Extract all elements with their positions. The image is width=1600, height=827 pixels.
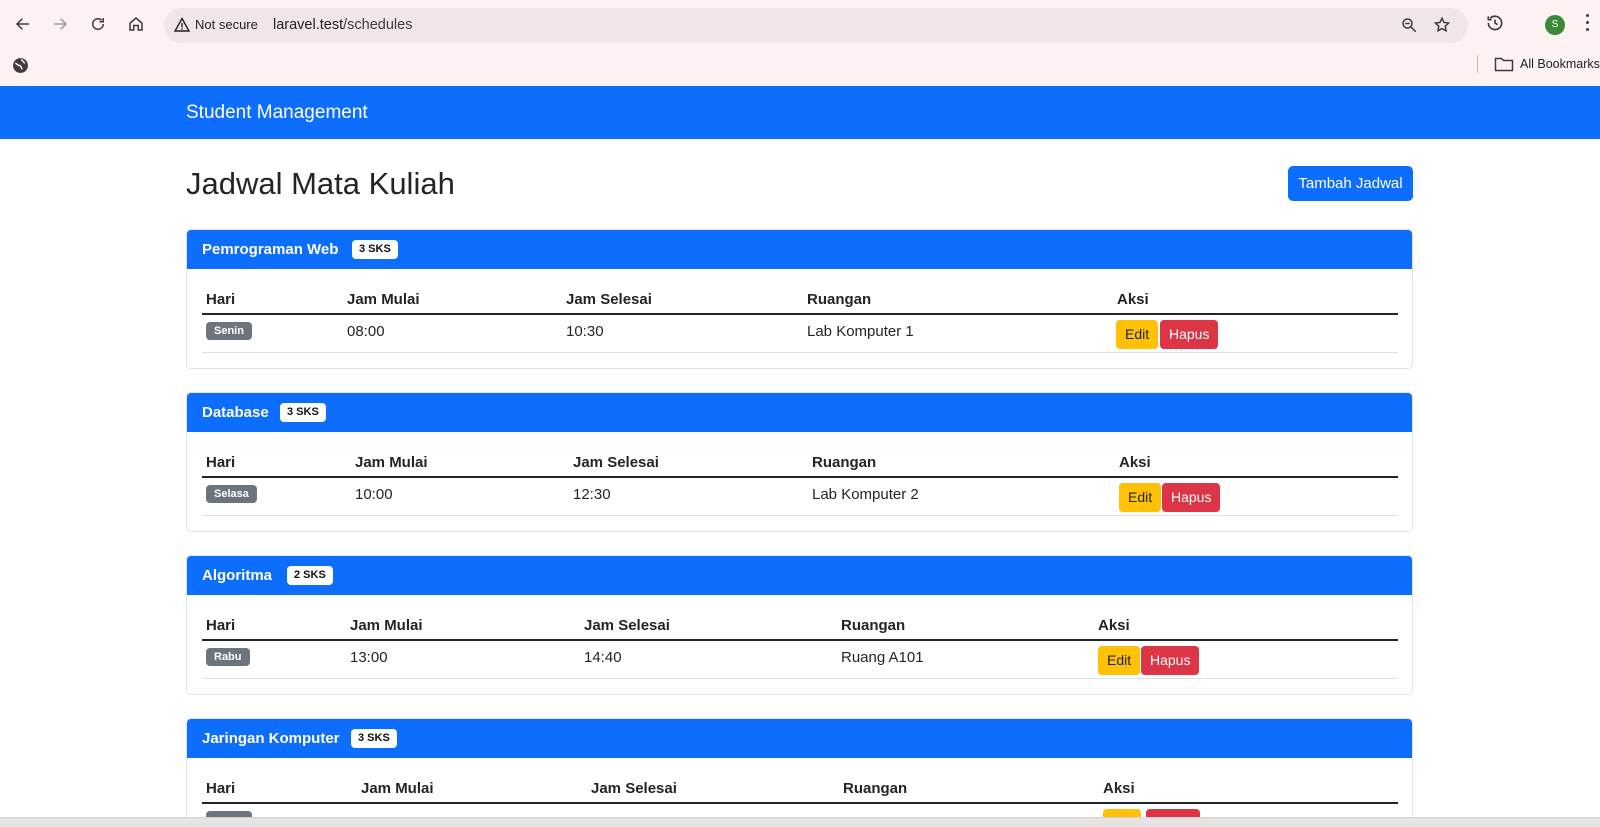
table-row-divider <box>202 678 1398 679</box>
edit-button[interactable]: Edit <box>1116 320 1159 349</box>
bookmarks-divider <box>1477 55 1478 73</box>
course-card: Pemrograman Web 3 SKS Hari Jam Mulai Jam… <box>186 229 1413 369</box>
warning-icon[interactable] <box>174 17 190 33</box>
forward-icon[interactable] <box>48 12 72 36</box>
star-icon[interactable] <box>1433 16 1451 34</box>
header-day: Hari <box>206 454 236 471</box>
delete-button[interactable]: Hapus <box>1141 646 1200 675</box>
course-name: Jaringan Komputer <box>202 730 340 747</box>
header-day: Hari <box>206 291 236 308</box>
edit-button[interactable]: Edit <box>1098 646 1141 675</box>
room: Lab Komputer 2 <box>812 486 919 503</box>
room: Ruang A101 <box>841 649 924 666</box>
course-name: Algoritma <box>202 567 273 584</box>
course-card: Algoritma 2 SKS Hari Jam Mulai Jam Seles… <box>186 555 1413 695</box>
folder-icon[interactable] <box>1494 56 1514 72</box>
page-title: Jadwal Mata Kuliah <box>186 166 455 201</box>
address-bar[interactable]: Not secure laravel.test/schedules <box>164 8 1468 43</box>
day-badge: Rabu <box>206 648 250 666</box>
header-day: Hari <box>206 780 236 797</box>
day-badge: Selasa <box>206 485 257 503</box>
sks-badge: 2 SKS <box>287 566 333 585</box>
brand-link[interactable]: Student Management <box>186 102 368 124</box>
course-name: Database <box>202 404 269 421</box>
header-day: Hari <box>206 617 236 634</box>
card-header: Pemrograman Web 3 SKS <box>187 230 1412 269</box>
course-card: Database 3 SKS Hari Jam Mulai Jam Selesa… <box>186 392 1413 532</box>
header-end: Jam Selesai <box>573 454 659 471</box>
delete-button[interactable]: Hapus <box>1160 320 1219 349</box>
globe-icon[interactable] <box>12 57 29 74</box>
header-start: Jam Mulai <box>361 780 434 797</box>
header-room: Ruangan <box>841 617 906 634</box>
delete-button[interactable]: Hapus <box>1162 483 1221 512</box>
sks-badge: 3 SKS <box>351 729 397 748</box>
header-action: Aksi <box>1103 780 1135 797</box>
schedule-table: Hari Jam Mulai Jam Selesai Ruangan Aksi … <box>187 432 1412 531</box>
header-room: Ruangan <box>807 291 872 308</box>
home-icon[interactable] <box>124 12 148 36</box>
security-label[interactable]: Not secure <box>195 17 258 32</box>
header-end: Jam Selesai <box>566 291 652 308</box>
header-action: Aksi <box>1117 291 1149 308</box>
bookmarks-bar: All Bookmarks <box>0 50 1600 86</box>
start-time: 08:00 <box>347 323 385 340</box>
course-name: Pemrograman Web <box>202 241 339 258</box>
back-icon[interactable] <box>11 12 35 36</box>
table-header-divider <box>202 476 1398 478</box>
start-time: 13:00 <box>350 649 388 666</box>
course-card: Jaringan Komputer 3 SKS Hari Jam Mulai J… <box>186 718 1413 827</box>
avatar[interactable]: S <box>1545 15 1565 35</box>
card-header: Database 3 SKS <box>187 393 1412 432</box>
history-icon[interactable] <box>1485 13 1505 33</box>
sks-badge: 3 SKS <box>352 240 398 259</box>
header-room: Ruangan <box>812 454 877 471</box>
card-header: Jaringan Komputer 3 SKS <box>187 719 1412 758</box>
header-start: Jam Mulai <box>350 617 423 634</box>
table-header-divider <box>202 639 1398 641</box>
taskbar <box>0 817 1600 827</box>
start-time: 10:00 <box>355 486 393 503</box>
header-end: Jam Selesai <box>591 780 677 797</box>
table-row-divider <box>202 515 1398 516</box>
table-header-divider <box>202 802 1398 804</box>
reload-icon[interactable] <box>86 12 110 36</box>
zoom-icon[interactable] <box>1400 16 1418 34</box>
browser-toolbar: Not secure laravel.test/schedules S <box>0 0 1600 50</box>
schedule-table: Hari Jam Mulai Jam Selesai Ruangan Aksi … <box>187 269 1412 368</box>
header-room: Ruangan <box>843 780 908 797</box>
all-bookmarks-label[interactable]: All Bookmarks <box>1520 57 1600 71</box>
edit-button[interactable]: Edit <box>1119 483 1162 512</box>
table-header-divider <box>202 313 1398 315</box>
add-schedule-button[interactable]: Tambah Jadwal <box>1288 166 1413 201</box>
header-end: Jam Selesai <box>584 617 670 634</box>
kebab-menu-icon[interactable] <box>1586 14 1592 34</box>
schedule-table: Hari Jam Mulai Jam Selesai Ruangan Aksi … <box>187 595 1412 694</box>
room: Lab Komputer 1 <box>807 323 914 340</box>
end-time: 10:30 <box>566 323 604 340</box>
app-navbar: Student Management <box>0 86 1600 139</box>
header-start: Jam Mulai <box>347 291 420 308</box>
table-row-divider <box>202 352 1398 353</box>
header-action: Aksi <box>1119 454 1151 471</box>
end-time: 12:30 <box>573 486 611 503</box>
header-action: Aksi <box>1098 617 1130 634</box>
header-start: Jam Mulai <box>355 454 428 471</box>
end-time: 14:40 <box>584 649 622 666</box>
card-header: Algoritma 2 SKS <box>187 556 1412 595</box>
sks-badge: 3 SKS <box>280 403 326 422</box>
url-text[interactable]: laravel.test/schedules <box>273 17 412 33</box>
day-badge: Senin <box>206 322 252 340</box>
